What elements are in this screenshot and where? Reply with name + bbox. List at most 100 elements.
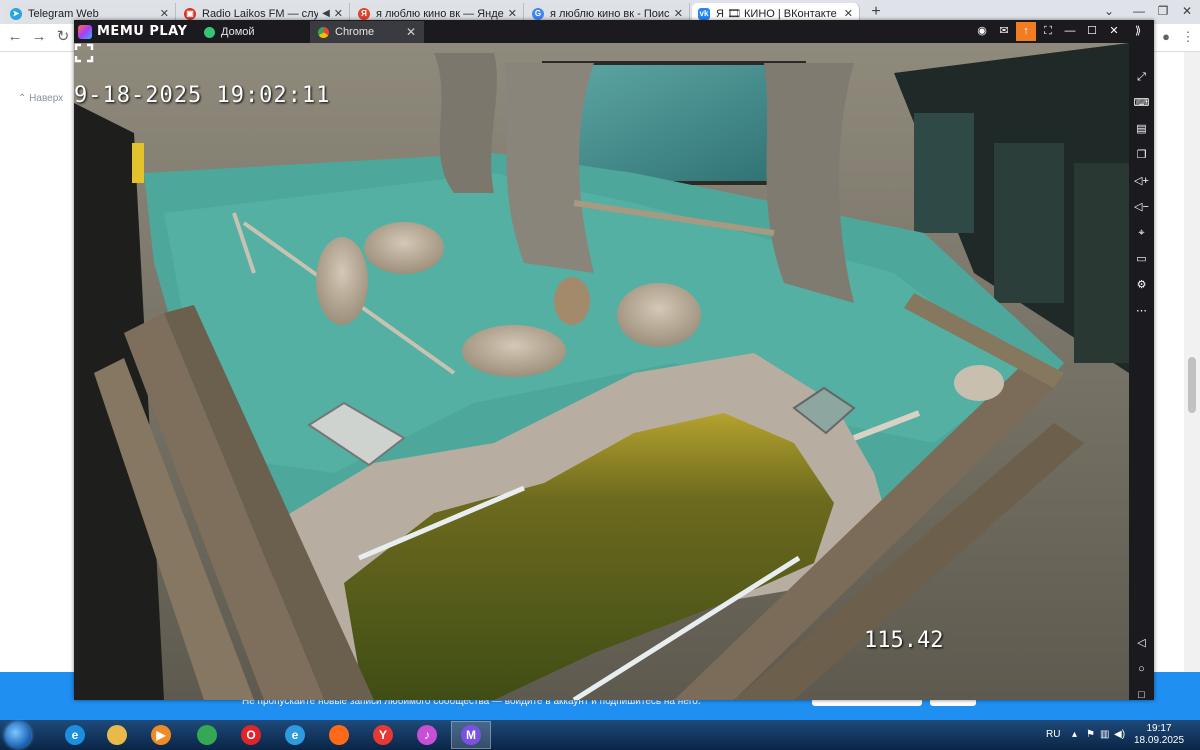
- multi-window-icon[interactable]: ❐: [1129, 145, 1154, 165]
- chrome-icon: [318, 26, 329, 38]
- upload-icon[interactable]: ↑: [1016, 22, 1036, 41]
- taskbar-app[interactable]: e: [275, 721, 315, 749]
- chrome-icon: [197, 725, 217, 745]
- network-icon[interactable]: ▥: [1100, 720, 1109, 750]
- fullscreen-icon[interactable]: [74, 43, 94, 63]
- taskbar-app[interactable]: Y: [363, 721, 403, 749]
- tab-search-icon[interactable]: ⌄: [1096, 0, 1122, 22]
- menu-icon[interactable]: ⋮: [1178, 27, 1198, 47]
- windows-taskbar: e ▶ Oe Y ♪ M RU ▴ ⚑ ▥ ◀) 19:17 18.09.2025: [0, 720, 1200, 750]
- edge-icon: e: [285, 725, 305, 745]
- android-home-icon[interactable]: ○: [1129, 659, 1154, 679]
- forward-arrow-icon[interactable]: →: [28, 26, 50, 48]
- settings-window-icon[interactable]: ⛶: [1038, 22, 1058, 41]
- capybara: [617, 283, 701, 347]
- more-icon[interactable]: ⋯: [1129, 301, 1154, 321]
- system-clock[interactable]: 19:17 18.09.2025: [1134, 723, 1184, 747]
- camera-feed[interactable]: 9-18-2025 19:02:11 115.42: [74, 43, 1129, 700]
- itunes-icon: ♪: [417, 725, 437, 745]
- scroll-to-top-link[interactable]: ⌃ Наверх: [18, 93, 63, 104]
- back-arrow-icon[interactable]: ←: [4, 26, 26, 48]
- android-recents-icon[interactable]: □: [1129, 685, 1154, 705]
- google-icon: G: [532, 7, 544, 20]
- memu-logo-text: MEMU PLAY: [97, 24, 188, 39]
- home-icon: [204, 26, 215, 38]
- expand-icon[interactable]: ⟫: [1128, 22, 1148, 41]
- fullscreen-toggle-icon[interactable]: ⤢: [1129, 67, 1154, 87]
- enclosure-scene: [74, 43, 1129, 700]
- tab-label: Radio Laikos FM — слушать: [202, 7, 319, 20]
- volume-icon[interactable]: ◀): [1114, 720, 1125, 750]
- close-icon[interactable]: ✕: [406, 25, 416, 39]
- taskbar-app[interactable]: ▶: [141, 721, 181, 749]
- page-scrollbar[interactable]: [1184, 52, 1200, 672]
- media-player-icon: ▶: [151, 725, 171, 745]
- start-button[interactable]: [5, 722, 31, 748]
- capybara: [364, 222, 444, 274]
- memu-icon: M: [461, 725, 481, 745]
- language-indicator[interactable]: RU: [1046, 720, 1060, 750]
- scrollbar-thumb[interactable]: [1188, 357, 1196, 413]
- tab-label: я люблю кино вк - Поиск в Goo: [550, 7, 670, 20]
- new-tab-button[interactable]: +: [866, 2, 886, 22]
- close-icon[interactable]: ✕: [674, 7, 683, 20]
- android-back-icon[interactable]: ◁: [1129, 633, 1154, 653]
- vk-icon: vk: [698, 7, 710, 20]
- flag-icon[interactable]: ⚑: [1086, 720, 1095, 750]
- memu-tab-home[interactable]: Домой: [196, 21, 306, 43]
- memu-tab-chrome[interactable]: Chrome ✕: [310, 21, 424, 43]
- memu-tab-label: Chrome: [335, 26, 375, 38]
- taskbar-app[interactable]: M: [451, 721, 491, 749]
- clock-date: 18.09.2025: [1134, 735, 1185, 746]
- volume-up-icon[interactable]: ◁+: [1129, 171, 1154, 191]
- speaker-icon[interactable]: ◀: [322, 8, 330, 19]
- minimize-icon[interactable]: —: [1126, 0, 1152, 22]
- taskbar-app[interactable]: O: [231, 721, 271, 749]
- reload-icon[interactable]: ↻: [52, 26, 74, 48]
- camera-counter: 115.42: [864, 628, 944, 653]
- memu-tab-label: Домой: [221, 26, 255, 38]
- capybara: [554, 277, 590, 325]
- tab-label: я люблю кино вк — Яндекс: на: [376, 7, 504, 20]
- capybara: [316, 237, 368, 325]
- folder-icon[interactable]: ▭: [1129, 249, 1154, 269]
- memu-logo: MEMU PLAY: [78, 23, 187, 40]
- memu-title-bar: MEMU PLAY Домой Chrome ✕ ◉ ✉ ↑ ⛶ — ☐ ✕ ⟫: [74, 20, 1154, 43]
- taskbar-app[interactable]: [187, 721, 227, 749]
- radio-icon: ▣: [184, 7, 196, 20]
- firefox-icon: [329, 725, 349, 745]
- taskbar-app[interactable]: [97, 721, 137, 749]
- close-window-icon[interactable]: ✕: [1104, 22, 1124, 41]
- taskbar-app[interactable]: e: [55, 721, 95, 749]
- back-link-label: Наверх: [29, 93, 64, 104]
- opera-icon: O: [241, 725, 261, 745]
- restore-icon[interactable]: ❐: [1150, 0, 1176, 22]
- account-icon[interactable]: ◉: [972, 22, 992, 41]
- memu-logo-icon: [78, 24, 92, 39]
- minimize-icon[interactable]: —: [1060, 22, 1080, 41]
- close-icon[interactable]: ✕: [844, 7, 853, 20]
- yandex-icon: Я: [358, 7, 370, 20]
- apk-icon[interactable]: ▤: [1129, 119, 1154, 139]
- volume-down-icon[interactable]: ◁−: [1129, 197, 1154, 217]
- memu-window: MEMU PLAY Домой Chrome ✕ ◉ ✉ ↑ ⛶ — ☐ ✕ ⟫: [74, 20, 1154, 701]
- internet-explorer-icon: e: [65, 725, 85, 745]
- close-icon[interactable]: ✕: [334, 7, 343, 20]
- location-icon[interactable]: ⌖: [1129, 223, 1154, 243]
- taskbar-app[interactable]: [319, 721, 359, 749]
- taskbar-app[interactable]: ♪: [407, 721, 447, 749]
- keyboard-icon[interactable]: ⌨: [1129, 93, 1154, 113]
- profile-icon[interactable]: ●: [1156, 27, 1176, 47]
- tab-label: Я 🎞 КИНО | ВКонтакте: [716, 8, 837, 20]
- telegram-icon: ➤: [10, 7, 22, 20]
- mail-icon[interactable]: ✉: [994, 22, 1014, 41]
- close-window-icon[interactable]: ✕: [1174, 0, 1200, 22]
- gear-icon[interactable]: ⚙: [1129, 275, 1154, 295]
- close-icon[interactable]: ✕: [508, 7, 517, 20]
- memu-sidebar: ⤢ ⌨ ▤ ❐ ◁+ ◁− ⌖ ▭ ⚙ ⋯ ◁ ○ □: [1129, 43, 1154, 701]
- yandex-browser-icon: Y: [373, 725, 393, 745]
- tray-expand-icon[interactable]: ▴: [1072, 720, 1077, 750]
- maximize-icon[interactable]: ☐: [1082, 22, 1102, 41]
- clock-time: 19:17: [1146, 723, 1172, 734]
- close-icon[interactable]: ✕: [160, 7, 169, 20]
